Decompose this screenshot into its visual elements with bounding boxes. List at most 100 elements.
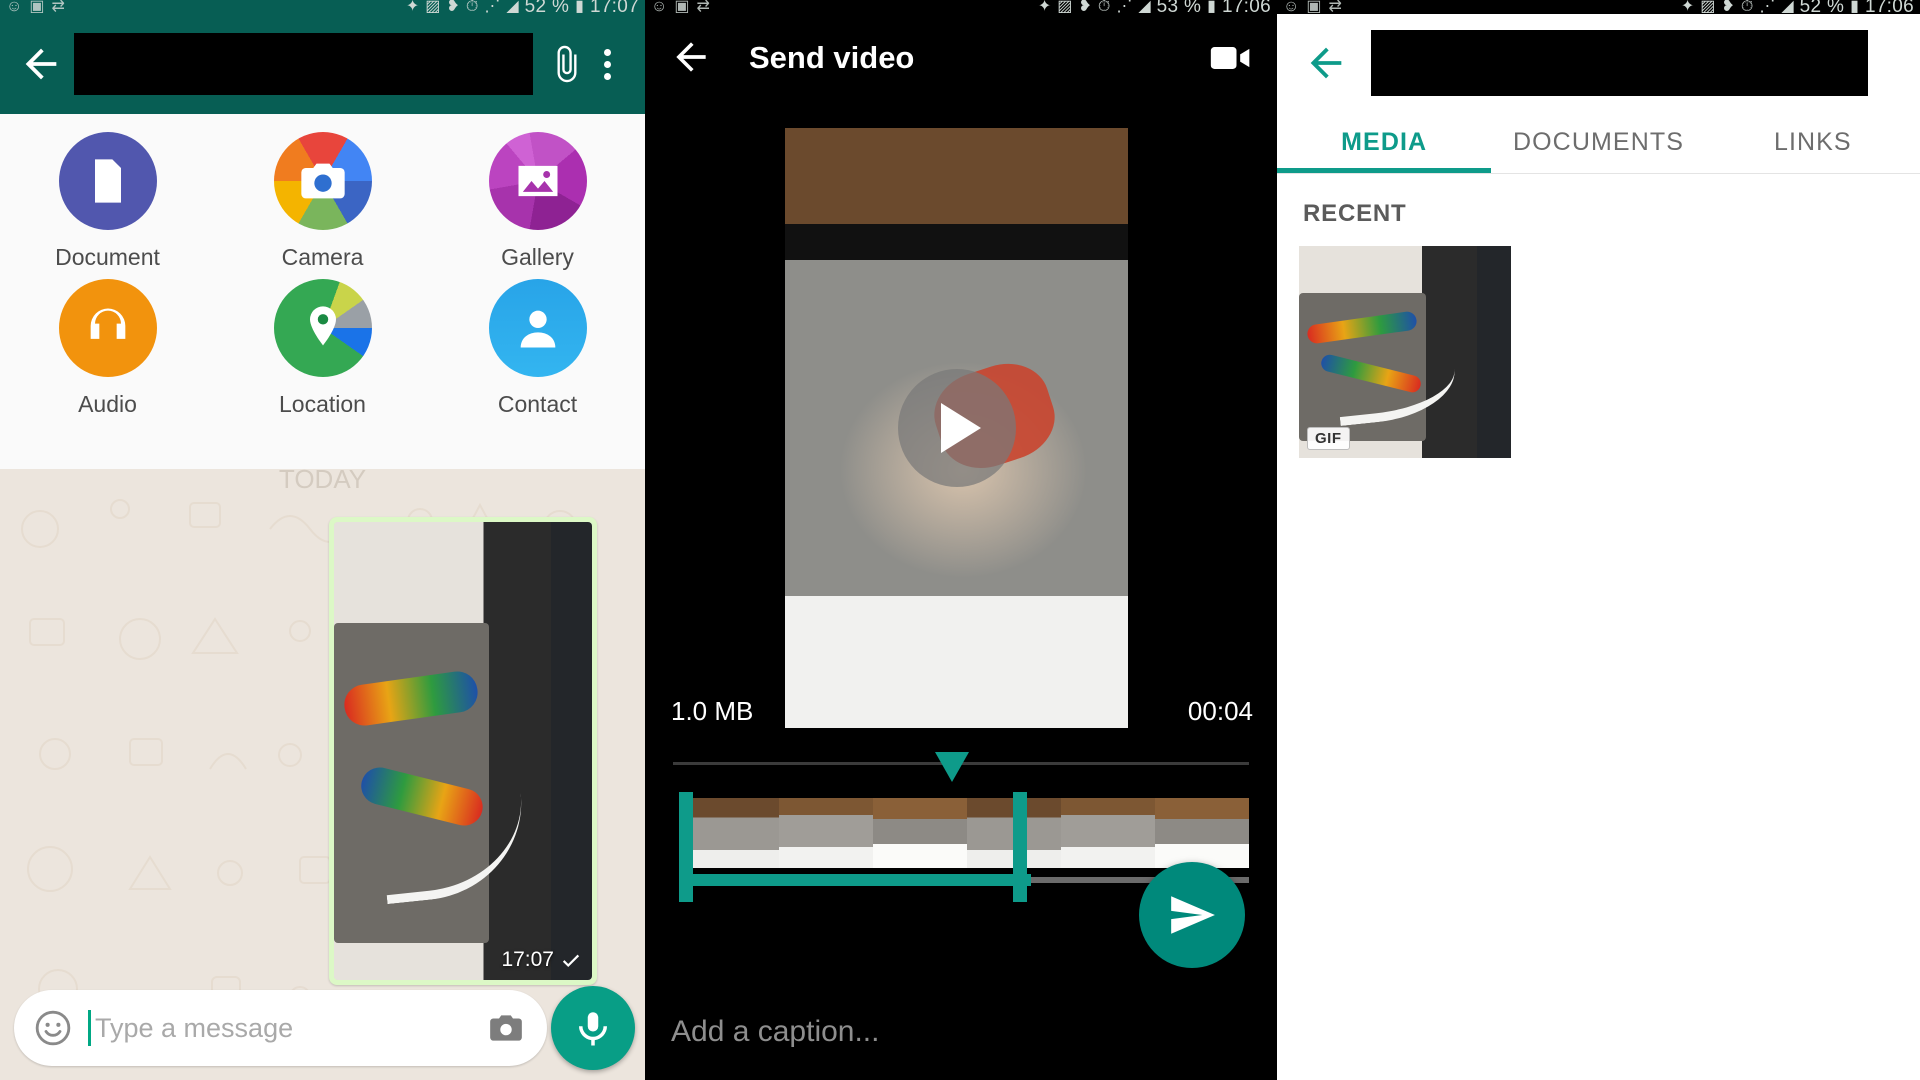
media-gallery-body: MEDIA DOCUMENTS LINKS RECENT GIF [1277,14,1920,1080]
frame-image [1155,798,1249,868]
chat-app-bar [0,14,645,114]
ghost-today-divider: TODAY [278,469,367,494]
status-bar-left-icons: ☺ ▣ ⇄ [1283,0,1342,14]
frame-image [1061,798,1155,868]
play-icon [941,403,981,453]
camera-icon [273,132,372,230]
photo-cable [373,752,532,905]
wifi-icon: ⋰ [484,0,501,14]
status-bar-right-icons: ✦ ▨ ❥ ⏱ ⋰ ◢ 52 % ▮ 17:06 [1681,0,1914,14]
tab-links[interactable]: LINKS [1706,128,1920,157]
dot [603,48,611,56]
panel-chat-attach-menu: ☺ ▣ ⇄ ✦ ▨ ❥ ⏱ ⋰ ◢ 52 % ▮ 17:07 Document … [0,0,645,1080]
alarm-icon: ⏱ [1740,0,1754,14]
bubble-timestamp: 17:07 [501,948,554,971]
whatsapp-icon: ☺ [6,0,23,14]
status-bar-panel3: ☺ ▣ ⇄ ✦ ▨ ❥ ⏱ ⋰ ◢ 52 % ▮ 17:06 [1277,0,1920,14]
battery-percent: 52 % [524,0,570,14]
play-button[interactable] [897,369,1016,487]
attach-option-location[interactable]: Location [215,279,430,418]
status-bar-left-icons: ☺ ▣ ⇄ [651,0,710,14]
battery-icon: ▮ [575,0,584,14]
status-bar-panel1: ☺ ▣ ⇄ ✦ ▨ ❥ ⏱ ⋰ ◢ 52 % ▮ 17:07 [0,0,645,14]
trim-selection-bar [685,874,1031,886]
microphone-icon [579,1012,607,1046]
playhead-marker[interactable] [935,752,969,782]
bubble-media-thumbnail: 17:07 [334,522,592,980]
video-duration: 00:04 [1187,696,1253,726]
frame-image [779,798,873,868]
attach-label: Audio [78,391,137,417]
attach-label: Gallery [501,244,574,270]
battery-percent: 52 % [1799,0,1845,14]
tab-media[interactable]: MEDIA [1277,128,1491,157]
more-vertical-icon[interactable] [587,48,627,80]
battery-percent: 53 % [1156,0,1202,14]
bubble-timestamp-group: 17:07 [501,948,582,972]
bluetooth-icon: ✦ [1680,0,1695,14]
smiley-icon[interactable] [34,1009,72,1047]
voice-record-button[interactable] [551,986,635,1070]
attach-option-document[interactable]: Document [0,132,215,271]
nfc-icon: ▨ [425,0,441,14]
alarm-icon: ⏱ [465,0,479,14]
attach-label: Contact [497,391,578,417]
status-bar-right-icons: ✦ ▨ ❥ ⏱ ⋰ ◢ 53 % ▮ 17:06 [1038,0,1271,14]
message-input-bar[interactable]: Type a message [14,990,547,1066]
status-clock: 17:07 [589,0,639,14]
alarm-icon: ⏱ [1097,0,1111,14]
filmstrip-frame [779,798,873,868]
single-check-icon [562,954,580,968]
tab-documents[interactable]: DOCUMENTS [1491,128,1705,157]
send-icon [1171,896,1215,934]
dot [603,72,611,80]
media-thumbnail-item[interactable]: GIF [1299,246,1511,458]
panel-media-gallery: ☺ ▣ ⇄ ✦ ▨ ❥ ⏱ ⋰ ◢ 52 % ▮ 17:06 MEDIA DOC… [1277,0,1920,1080]
gif-badge: GIF [1307,427,1350,450]
send-button[interactable] [1139,862,1245,968]
bluetooth-icon: ✦ [405,0,420,14]
gallery-tabs: MEDIA DOCUMENTS LINKS [1277,112,1920,174]
attach-option-camera[interactable]: Camera [215,132,430,271]
page-title: Send video [749,40,915,75]
person-icon [488,279,587,377]
send-video-app-bar: Send video [645,14,1277,102]
battery-icon: ▮ [1207,0,1216,14]
status-bar-right-icons: ✦ ▨ ❥ ⏱ ⋰ ◢ 52 % ▮ 17:07 [406,0,639,14]
filmstrip [685,798,1249,868]
status-clock: 17:06 [1221,0,1271,14]
map-pin-icon [273,279,372,377]
caption-input-bar[interactable]: Add a caption... [645,984,1277,1080]
gallery-app-bar [1277,14,1920,112]
vibrate-icon: ❥ [1078,0,1092,14]
attach-label: Document [55,244,160,270]
document-icon [58,132,157,230]
back-arrow-icon[interactable] [669,35,715,81]
back-arrow-icon[interactable] [18,41,64,87]
gallery-title-redacted [1371,30,1868,96]
attach-option-contact[interactable]: Contact [430,279,645,418]
status-bar-left-icons: ☺ ▣ ⇄ [6,0,65,14]
screenshot-collage: ☺ ▣ ⇄ ✦ ▨ ❥ ⏱ ⋰ ◢ 52 % ▮ 17:07 Document … [0,0,1920,1080]
gallery-icon [488,132,587,230]
battery-icon: ▮ [1850,0,1859,14]
paperclip-icon[interactable] [547,45,587,83]
contact-name-redacted [74,33,533,95]
caption-placeholder[interactable]: Add a caption... [671,1015,879,1049]
attachment-sheet: Document Camera Gallery Audio Location C… [0,114,645,469]
back-arrow-icon[interactable] [1303,40,1349,86]
video-preview[interactable] [785,128,1128,728]
message-input-placeholder[interactable]: Type a message [95,1013,485,1044]
video-camera-icon[interactable] [1209,43,1253,73]
dot [603,60,611,68]
attach-option-gallery[interactable]: Gallery [430,132,645,271]
sync-icon: ⇄ [51,0,65,14]
attach-option-audio[interactable]: Audio [0,279,215,418]
camera-icon[interactable] [485,1009,527,1047]
status-clock: 17:06 [1864,0,1914,14]
frame-image [685,798,779,868]
active-tab-indicator [1277,168,1492,173]
usb-icon: ⋰ [1116,0,1133,14]
outgoing-image-bubble[interactable]: 17:07 [329,517,597,985]
lanyard-photo [334,522,592,980]
